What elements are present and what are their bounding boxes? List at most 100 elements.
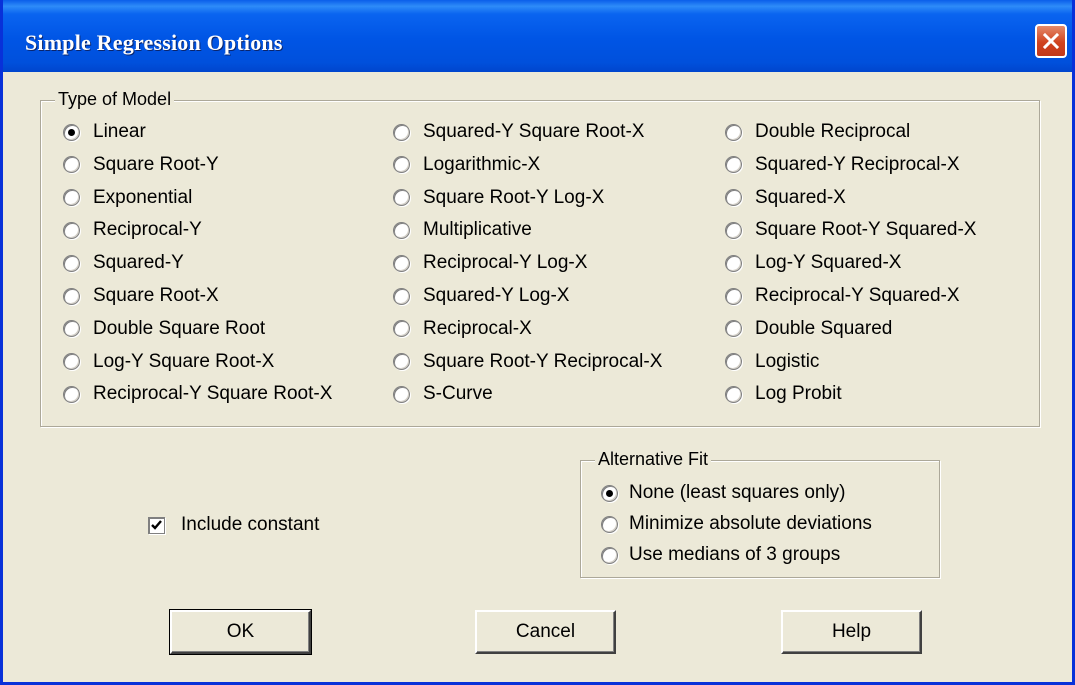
alternative-fit-option[interactable]: None (least squares only) — [601, 478, 846, 508]
model-option[interactable]: Log Probit — [725, 379, 842, 409]
radio-button[interactable] — [63, 254, 80, 272]
alternative-fit-label: Use medians of 3 groups — [629, 544, 841, 565]
model-option[interactable]: Logarithmic-X — [393, 150, 540, 180]
model-option[interactable]: Reciprocal-Y Log-X — [393, 248, 587, 278]
radio-button[interactable] — [725, 156, 742, 174]
model-option-label: S-Curve — [423, 383, 493, 405]
model-option[interactable]: Reciprocal-Y — [63, 215, 202, 245]
close-icon — [1042, 32, 1060, 50]
radio-button[interactable] — [601, 546, 618, 564]
cancel-button[interactable]: Cancel — [475, 610, 616, 654]
model-option[interactable]: Squared-Y Log-X — [393, 281, 569, 311]
model-option[interactable]: Square Root-Y Log-X — [393, 183, 604, 213]
ok-button[interactable]: OK — [169, 609, 312, 655]
title-bar[interactable]: Simple Regression Options — [3, 0, 1072, 78]
window-title: Simple Regression Options — [25, 30, 283, 55]
radio-button[interactable] — [393, 189, 410, 207]
model-option-label: Double Square Root — [93, 317, 266, 339]
model-option-label: Square Root-Y Reciprocal-X — [423, 350, 663, 372]
radio-button[interactable] — [63, 123, 80, 141]
radio-button[interactable] — [393, 254, 410, 272]
radio-button[interactable] — [63, 320, 80, 338]
radio-button[interactable] — [725, 353, 742, 371]
alternative-fit-group: Alternative Fit None (least squares only… — [580, 449, 940, 578]
model-option[interactable]: Reciprocal-Y Squared-X — [725, 281, 960, 311]
model-option-label: Squared-Y Square Root-X — [423, 121, 645, 142]
model-option-label: Squared-Y Reciprocal-X — [755, 153, 960, 175]
radio-button[interactable] — [725, 189, 742, 207]
model-option-label: Log Probit — [755, 383, 842, 405]
model-option-label: Squared-Y — [93, 252, 184, 274]
radio-button[interactable] — [725, 287, 742, 305]
model-option-label: Square Root-Y — [93, 153, 219, 175]
radio-button[interactable] — [63, 287, 80, 305]
model-option[interactable]: Log-Y Squared-X — [725, 248, 901, 278]
model-option[interactable]: Squared-Y Square Root-X — [393, 117, 644, 147]
model-option[interactable]: Squared-Y Reciprocal-X — [725, 150, 960, 180]
type-of-model-group: Type of Model Linear Square Root-Y Exponen… — [40, 89, 1040, 427]
radio-button[interactable] — [725, 320, 742, 338]
model-option[interactable]: Exponential — [63, 183, 192, 213]
type-of-model-legend: Type of Model — [55, 89, 175, 110]
radio-button[interactable] — [393, 221, 410, 239]
model-option-label: Reciprocal-Y Squared-X — [755, 285, 960, 306]
model-option[interactable]: Linear — [63, 117, 146, 147]
radio-button[interactable] — [63, 156, 80, 174]
help-button[interactable]: Help — [781, 610, 922, 654]
model-option-label: Double Reciprocal — [755, 121, 911, 142]
alternative-fit-label: Minimize absolute deviations — [629, 513, 872, 534]
model-option[interactable]: Square Root-Y Reciprocal-X — [393, 347, 662, 377]
radio-button[interactable] — [725, 254, 742, 272]
radio-button[interactable] — [393, 123, 410, 141]
model-option-label: Squared-X — [755, 186, 846, 208]
model-option[interactable]: Log-Y Square Root-X — [63, 347, 274, 377]
model-option[interactable]: Square Root-Y Squared-X — [725, 215, 976, 245]
model-option-label: Square Root-X — [93, 285, 219, 306]
model-option[interactable]: Double Reciprocal — [725, 117, 910, 147]
radio-button[interactable] — [725, 221, 742, 239]
model-option[interactable]: Reciprocal-Y Square Root-X — [63, 379, 332, 409]
radio-button[interactable] — [725, 385, 742, 403]
model-option-label: Square Root-Y Squared-X — [755, 219, 977, 241]
alternative-fit-legend: Alternative Fit — [595, 449, 712, 470]
model-option[interactable]: Square Root-X — [63, 281, 219, 311]
model-option[interactable]: Double Square Root — [63, 314, 265, 344]
include-constant-checkbox[interactable]: Include constant — [148, 510, 319, 540]
model-option[interactable]: Squared-X — [725, 183, 846, 213]
checkmark-icon — [151, 519, 162, 530]
radio-button[interactable] — [393, 320, 410, 338]
model-option-label: Logarithmic-X — [423, 153, 541, 175]
model-option[interactable]: Logistic — [725, 347, 819, 377]
radio-button[interactable] — [63, 189, 80, 207]
model-option-label: Logistic — [755, 350, 820, 372]
model-option-label: Log-Y Square Root-X — [93, 350, 275, 372]
model-option[interactable]: Multiplicative — [393, 215, 532, 245]
radio-button[interactable] — [63, 385, 80, 403]
alternative-fit-option[interactable]: Use medians of 3 groups — [601, 540, 840, 570]
include-constant-box[interactable] — [148, 516, 165, 534]
model-option-label: Square Root-Y Log-X — [423, 186, 605, 208]
model-option-label: Exponential — [93, 186, 193, 208]
model-option-label: Double Squared — [755, 317, 893, 339]
radio-button[interactable] — [393, 156, 410, 174]
close-button[interactable] — [1035, 24, 1067, 58]
model-option[interactable]: Reciprocal-X — [393, 314, 532, 344]
model-option-label: Multiplicative — [423, 219, 532, 241]
radio-button[interactable] — [601, 484, 618, 502]
alternative-fit-option[interactable]: Minimize absolute deviations — [601, 509, 872, 539]
radio-button[interactable] — [601, 515, 618, 533]
model-option-label: Linear — [93, 121, 146, 142]
model-option[interactable]: Squared-Y — [63, 248, 184, 278]
model-option[interactable]: Square Root-Y — [63, 150, 219, 180]
radio-button[interactable] — [63, 221, 80, 239]
model-option-label: Squared-Y Log-X — [423, 285, 570, 306]
model-option[interactable]: Double Squared — [725, 314, 892, 344]
include-constant-label: Include constant — [181, 514, 320, 535]
radio-button[interactable] — [725, 123, 742, 141]
radio-button[interactable] — [393, 353, 410, 371]
radio-button[interactable] — [393, 287, 410, 305]
model-option[interactable]: S-Curve — [393, 379, 493, 409]
alternative-fit-label: None (least squares only) — [629, 482, 846, 503]
radio-button[interactable] — [393, 385, 410, 403]
radio-button[interactable] — [63, 353, 80, 371]
